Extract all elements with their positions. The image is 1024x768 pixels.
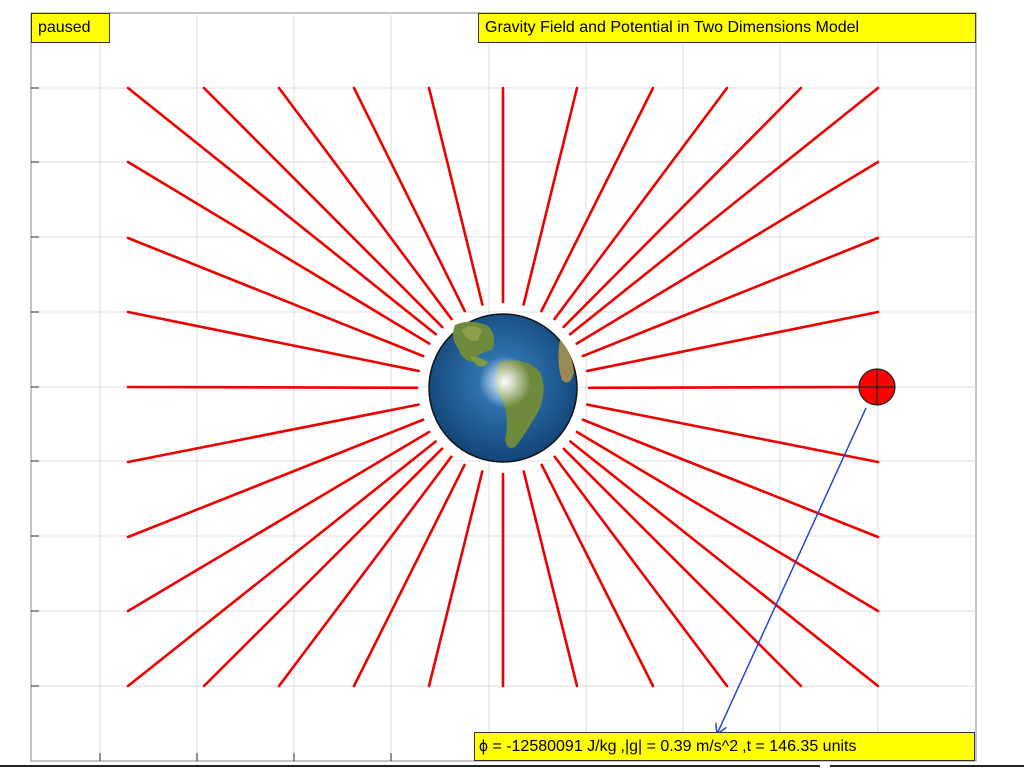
planet-glint [479,356,531,408]
field-line [587,385,880,390]
title-text: Gravity Field and Potential in Two Dimen… [485,19,860,36]
status-text: paused [38,19,91,36]
bottom-rule-right [830,765,1024,767]
bottom-rule-left [0,765,820,767]
planet-earth[interactable] [427,312,579,464]
simulation-canvas[interactable] [0,0,1024,768]
readout-panel: ϕ = -12580091 J/kg ,|g| = 0.39 m/s^2 ,t … [474,732,975,761]
potential-readout: ϕ = -12580091 J/kg [479,738,617,755]
field-line [126,385,419,390]
field-magnitude-readout: ,|g| = 0.39 m/s^2 [620,738,739,755]
status-label[interactable]: paused [31,13,110,43]
test-mass[interactable] [858,368,896,406]
model-title: Gravity Field and Potential in Two Dimen… [478,13,976,43]
time-readout: ,t = 146.35 units [742,738,857,755]
